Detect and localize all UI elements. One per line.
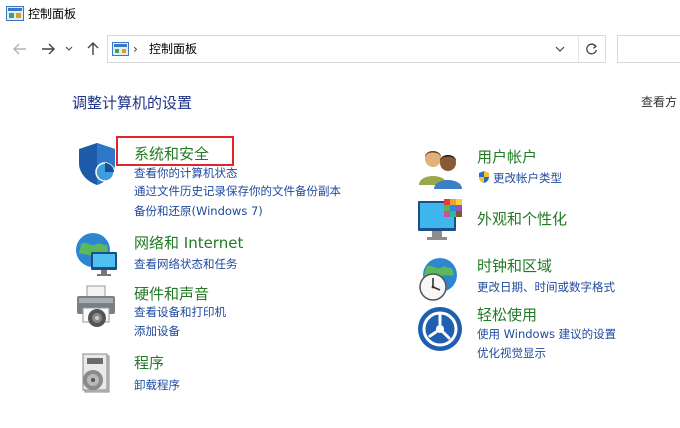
refresh-button[interactable] — [578, 36, 603, 62]
up-arrow-icon — [87, 42, 99, 55]
clock-globe-icon[interactable] — [416, 255, 464, 303]
uac-shield-icon — [479, 171, 489, 183]
window-title: 控制面板 — [28, 7, 77, 21]
category-programs[interactable]: 程序 — [134, 353, 164, 373]
control-panel-icon — [6, 6, 24, 21]
link-change-date-time-format[interactable]: 更改日期、时间或数字格式 — [477, 279, 615, 295]
link-view-computer-status[interactable]: 查看你的计算机状态 — [134, 165, 238, 181]
page-heading: 调整计算机的设置 — [72, 94, 193, 112]
category-user-accounts[interactable]: 用户帐户 — [477, 147, 537, 167]
title-bar: 控制面板 — [0, 0, 680, 30]
address-dropdown-button[interactable] — [548, 36, 572, 62]
globe-network-icon[interactable] — [73, 230, 121, 278]
back-arrow-icon — [13, 43, 26, 55]
programs-icon[interactable] — [73, 350, 121, 398]
link-optimize-visual-display[interactable]: 优化视觉显示 — [477, 345, 546, 361]
ease-of-access-icon[interactable] — [416, 305, 464, 353]
breadcrumb-separator[interactable]: › — [133, 41, 138, 57]
link-uninstall-program[interactable]: 卸载程序 — [134, 377, 180, 393]
monitor-palette-icon[interactable] — [416, 197, 464, 245]
search-input[interactable] — [617, 35, 680, 63]
refresh-icon — [585, 42, 597, 54]
printer-icon[interactable] — [73, 282, 121, 330]
users-icon[interactable] — [416, 143, 464, 191]
link-file-history-backup[interactable]: 通过文件历史记录保存你的文件备份副本 — [134, 183, 341, 199]
forward-button[interactable] — [38, 39, 58, 59]
link-devices-printers[interactable]: 查看设备和打印机 — [134, 304, 226, 320]
chevron-down-icon — [555, 46, 565, 52]
control-panel-icon — [112, 42, 129, 56]
link-network-status[interactable]: 查看网络状态和任务 — [134, 256, 238, 272]
breadcrumb-control-panel[interactable]: 控制面板 — [149, 41, 197, 57]
forward-arrow-icon — [42, 43, 55, 55]
back-button[interactable] — [10, 39, 30, 59]
link-recommended-settings[interactable]: 使用 Windows 建议的设置 — [477, 326, 616, 342]
shield-icon[interactable] — [73, 140, 121, 188]
category-hardware-sound[interactable]: 硬件和声音 — [134, 284, 209, 304]
recent-locations-button[interactable] — [63, 39, 75, 59]
address-bar[interactable]: › 控制面板 — [107, 35, 606, 63]
category-appearance[interactable]: 外观和个性化 — [477, 209, 567, 229]
category-network-internet[interactable]: 网络和 Internet — [134, 233, 243, 253]
link-backup-restore[interactable]: 备份和还原(Windows 7) — [134, 203, 263, 219]
link-change-account-type[interactable]: 更改帐户类型 — [493, 170, 562, 186]
up-button[interactable] — [83, 39, 103, 59]
recent-dropdown-icon — [65, 46, 73, 51]
category-ease-of-access[interactable]: 轻松使用 — [477, 305, 537, 325]
view-by-label: 查看方 — [641, 95, 678, 109]
link-add-device[interactable]: 添加设备 — [134, 323, 180, 339]
category-clock-region[interactable]: 时钟和区域 — [477, 256, 552, 276]
highlight-box — [116, 136, 234, 166]
